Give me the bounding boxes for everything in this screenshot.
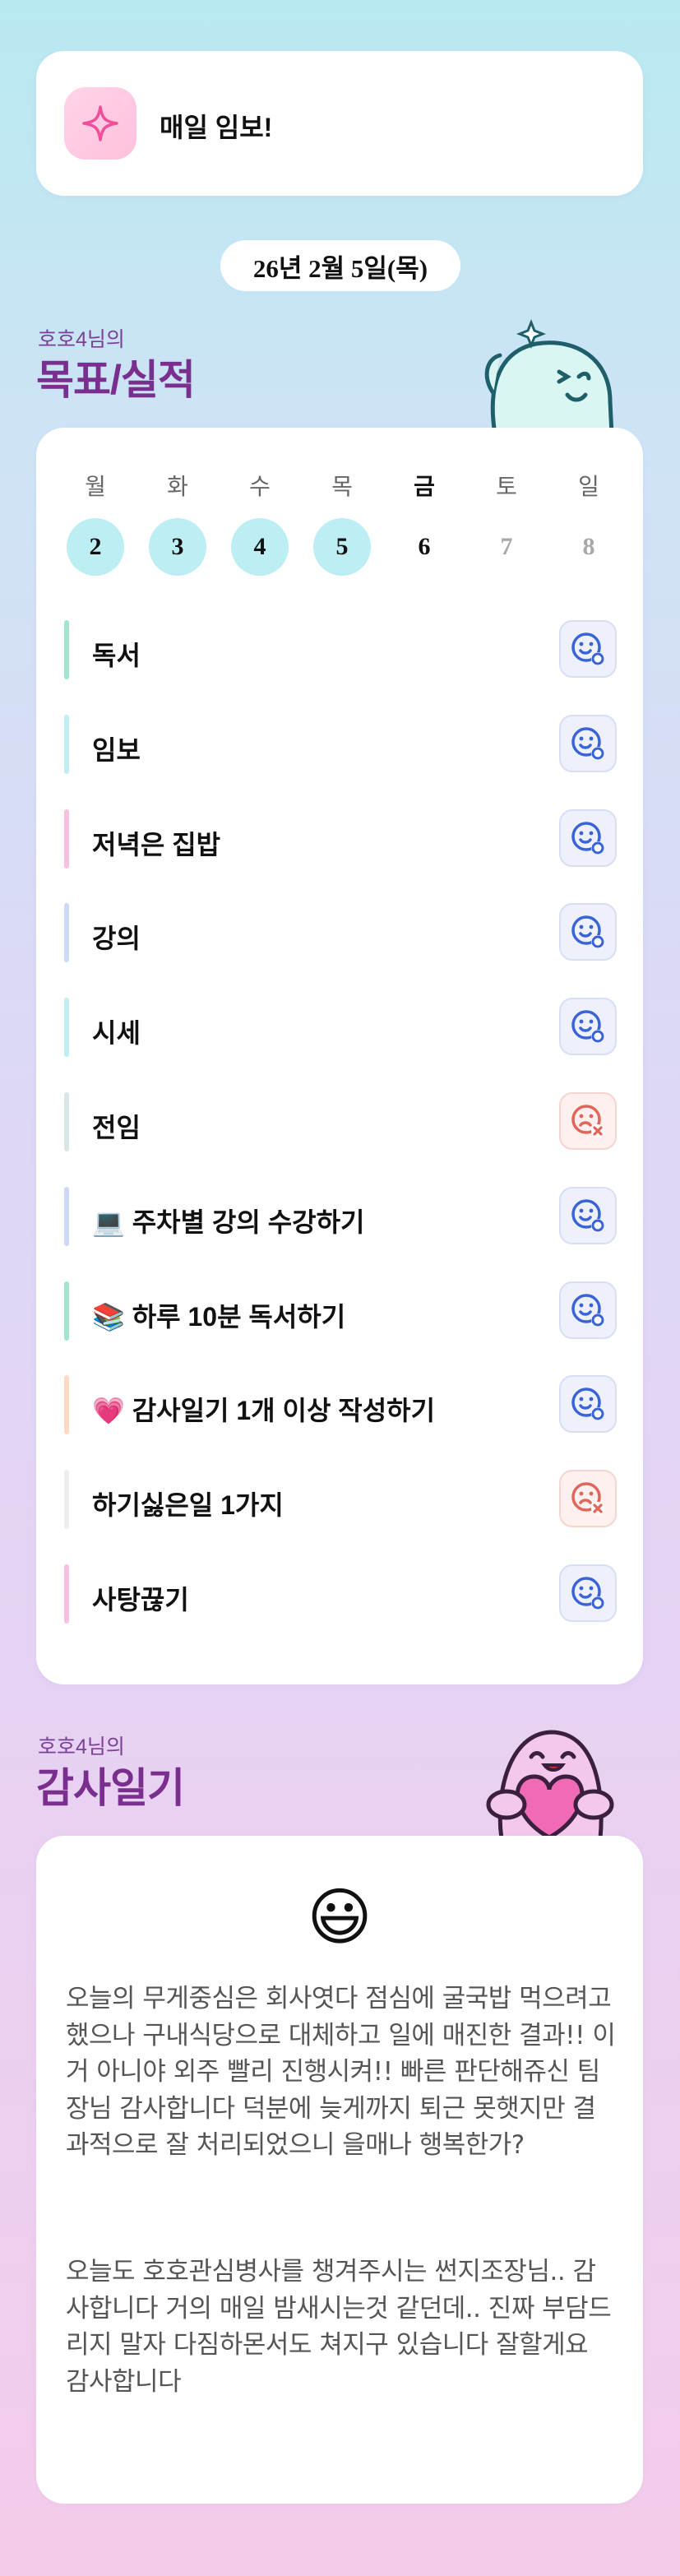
goal-color-bar: [64, 1564, 69, 1624]
weekday-label: 수: [249, 474, 271, 499]
goal-row[interactable]: 시세: [64, 998, 617, 1058]
journal-section-title: 감사일기: [36, 1765, 185, 1811]
day-number: 3: [149, 518, 206, 576]
goal-color-bar: [64, 903, 69, 963]
weekday-label: 일: [578, 474, 599, 499]
goal-color-bar: [64, 1375, 69, 1435]
status-achieved-icon[interactable]: [559, 998, 617, 1056]
status-achieved-icon[interactable]: [559, 1564, 617, 1622]
weekly-calendar: 월2화3수4목5금6토7일8: [54, 469, 630, 576]
goal-label: 시세: [92, 1018, 141, 1049]
goal-label: 강의: [92, 924, 141, 954]
ghost-mascot-illustration: [479, 318, 618, 438]
goal-row[interactable]: 💻 주차별 강의 수강하기: [64, 1186, 617, 1246]
goal-color-bar: [64, 1281, 69, 1341]
status-achieved-icon[interactable]: [559, 808, 617, 867]
calendar-day[interactable]: 목5: [301, 469, 383, 576]
heart-mascot-illustration: [477, 1726, 618, 1843]
goal-label: 임보: [92, 734, 141, 765]
goal-color-bar: [64, 1092, 69, 1151]
day-number: 6: [418, 533, 431, 560]
goal-label: 독서: [92, 641, 141, 670]
gratitude-journal-card: 😃 오늘의 무게중심은 회사엿다 점심에 굴국밥 먹으려고 했으나 구내식당으로…: [36, 1836, 643, 2504]
goal-color-bar: [64, 808, 69, 869]
calendar-day[interactable]: 화3: [136, 469, 219, 576]
goals-card: 월2화3수4목5금6토7일8 독서 임보 저녁은 집밥 강의 시세 전임 💻 주차별 강의 …: [36, 428, 643, 1684]
status-missed-icon[interactable]: [559, 1092, 617, 1150]
goal-row[interactable]: 독서: [64, 620, 617, 679]
status-achieved-icon[interactable]: [559, 1375, 617, 1434]
day-number: 8: [582, 533, 595, 560]
day-number: 4: [231, 518, 289, 576]
smiley-emoji: 😃: [307, 1883, 372, 1953]
status-achieved-icon[interactable]: [559, 903, 617, 961]
weekday-label: 월: [85, 474, 106, 499]
calendar-day[interactable]: 금6: [383, 469, 465, 576]
goals-section-title: 목표/실적: [36, 357, 196, 403]
weekday-label: 화: [167, 474, 188, 499]
goal-row[interactable]: 사탕끊기: [64, 1564, 617, 1624]
goal-row[interactable]: 전임: [64, 1092, 617, 1151]
goal-row[interactable]: 임보: [64, 714, 617, 774]
goal-row[interactable]: 하기싫은일 1가지: [64, 1470, 617, 1530]
calendar-day[interactable]: 일8: [548, 469, 630, 576]
status-achieved-icon[interactable]: [559, 620, 617, 678]
calendar-day[interactable]: 월2: [54, 469, 136, 576]
status-achieved-icon[interactable]: [559, 714, 617, 772]
calendar-day[interactable]: 수4: [219, 469, 301, 576]
banner-title: 매일 임보!: [160, 113, 273, 142]
day-number: 5: [313, 518, 371, 576]
goal-label: 전임: [92, 1113, 141, 1142]
sparkle-icon: [64, 87, 136, 160]
status-achieved-icon[interactable]: [559, 1186, 617, 1244]
weekday-label: 금: [414, 474, 435, 499]
daily-imbo-banner[interactable]: 매일 임보!: [36, 51, 643, 196]
journal-paragraph: 오늘도 호호관심병사를 챙겨주시는 썬지조장님.. 감사합니다 거의 매일 밤새…: [66, 2257, 612, 2397]
goal-color-bar: [64, 714, 69, 774]
goal-label: 저녁은 집밥: [92, 829, 221, 859]
goal-label: 사탕끊기: [92, 1585, 189, 1615]
goal-row[interactable]: 💗 감사일기 1개 이상 작성하기: [64, 1375, 617, 1435]
goal-row[interactable]: 📚 하루 10분 독서하기: [64, 1281, 617, 1341]
calendar-day[interactable]: 토7: [465, 469, 548, 576]
goal-color-bar: [64, 998, 69, 1058]
goal-label: 하기싫은일 1가지: [92, 1490, 284, 1521]
goal-label: 💗 감사일기 1개 이상 작성하기: [92, 1396, 436, 1426]
weekday-label: 토: [496, 474, 517, 499]
status-missed-icon[interactable]: [559, 1470, 617, 1528]
goal-label: 📚 하루 10분 독서하기: [92, 1301, 346, 1332]
weekday-label: 목: [331, 474, 353, 499]
journal-paragraph: 오늘의 무게중심은 회사엿다 점심에 굴국밥 먹으려고 했으나 구내식당으로 대…: [66, 1984, 616, 2160]
status-achieved-icon[interactable]: [559, 1281, 617, 1339]
goal-color-bar: [64, 620, 69, 679]
day-number: 2: [67, 518, 124, 576]
goal-color-bar: [64, 1470, 69, 1530]
goal-row[interactable]: 강의: [64, 903, 617, 963]
goal-row[interactable]: 저녁은 집밥: [64, 808, 617, 869]
day-number: 7: [500, 533, 513, 560]
goal-label: 💻 주차별 강의 수강하기: [92, 1207, 365, 1237]
date-selector[interactable]: 26년 2월 5일(목): [220, 240, 460, 291]
goal-color-bar: [64, 1186, 69, 1246]
